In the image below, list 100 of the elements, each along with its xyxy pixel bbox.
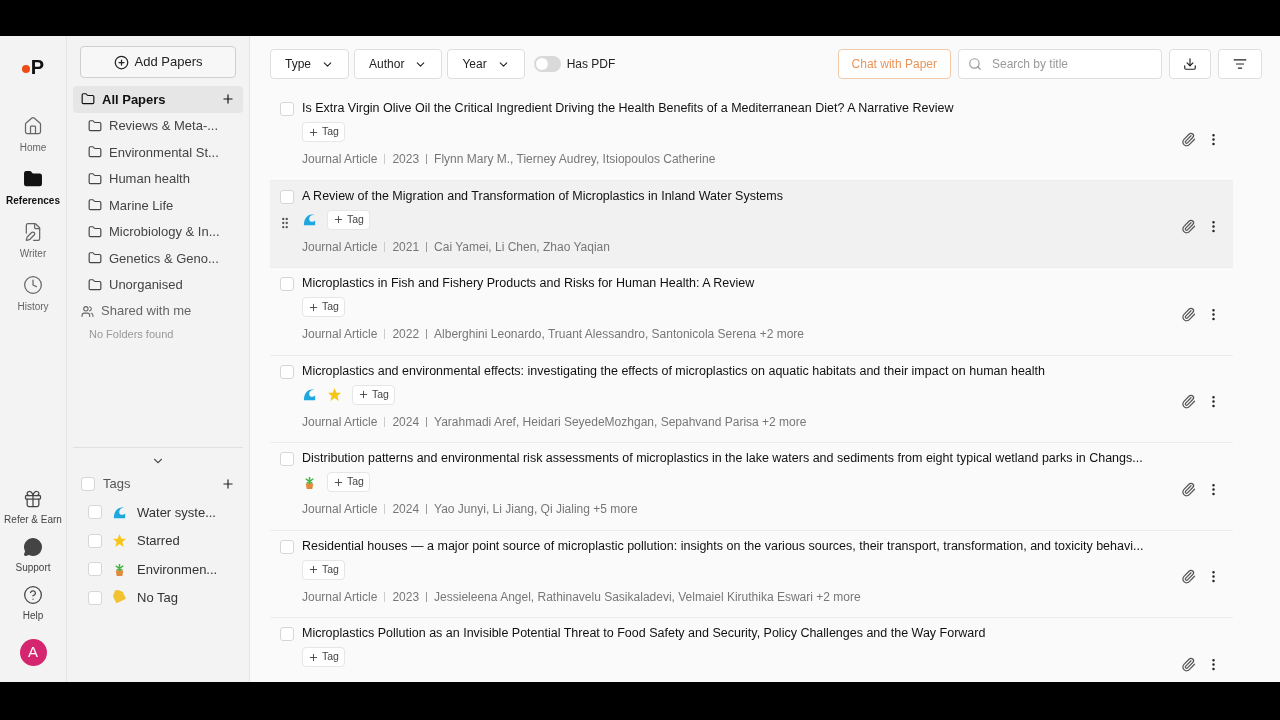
folder-item[interactable]: Microbiology & In... (73, 218, 243, 245)
plus-icon (308, 651, 319, 663)
paperclip-icon[interactable] (1181, 131, 1196, 147)
nav-item[interactable]: Home (2, 114, 64, 157)
checkbox[interactable] (88, 562, 102, 577)
folder-item[interactable]: All Papers (73, 86, 243, 113)
folder-item[interactable]: Environmental St... (73, 139, 243, 166)
tag-item[interactable]: Starred (73, 526, 243, 555)
paper-year: 2021 (392, 238, 420, 256)
add-tag-button[interactable]: Tag (352, 384, 395, 405)
paper-year: 2022 (392, 326, 420, 343)
add-papers-button[interactable]: Add Papers (80, 46, 236, 78)
star-icon (327, 387, 342, 402)
paper-year: 2024 (392, 501, 420, 518)
paper-row[interactable]: Microplastics in Fish and Fishery Products and Risks for Human Health: A Review Tag Journal Article 2022 Alberghini Leonardo, Truant Alessandro, Santonicola Serena +2 more (270, 268, 1233, 356)
folder-icon (81, 92, 95, 107)
plus-icon (333, 476, 344, 488)
menu-icon (1233, 57, 1247, 71)
checkbox[interactable] (280, 627, 294, 641)
nav-item[interactable]: Help (2, 585, 64, 623)
nav-item[interactable]: References (2, 167, 64, 210)
paper-title[interactable]: Microplastics and environmental effects: investigating the effects of microplastics on aquatic habitats and their impact on human health (302, 361, 1181, 379)
add-tag-button[interactable]: Tag (302, 559, 345, 580)
toggle-switch[interactable] (533, 56, 561, 72)
paper-title[interactable]: Microplastics in Fish and Fishery Products and Risks for Human Health: A Review (302, 274, 1181, 291)
folder-icon (88, 198, 102, 213)
paper-authors: Flynn Mary M., Tierney Audrey, Itsiopoulos Catherine (434, 151, 716, 168)
add-tag-button[interactable]: Tag (327, 472, 370, 492)
folder-item[interactable]: Unorganised (73, 271, 243, 298)
folder-icon (88, 171, 102, 186)
checkbox[interactable] (280, 277, 294, 291)
folder-item[interactable]: Human health (73, 165, 243, 192)
checkbox[interactable] (88, 505, 102, 520)
search-icon (968, 57, 982, 71)
shared-folder-item[interactable]: Shared with me (73, 298, 243, 324)
checkbox[interactable] (280, 189, 294, 204)
paper-row[interactable]: Is Extra Virgin Olive Oil the Critical Ingredient Driving the Health Benefits of a Mediterranean Diet? A Narrative Review Tag Journal Article 2023 Flynn Mary M., Tierney Audrey, Itsiopoulos Catherine (270, 93, 1233, 181)
paper-row[interactable]: Microplastics Pollution as an Invisible Potential Threat to Food Safety and Security, Policy Challenges and the Way Forward Tag (270, 618, 1233, 682)
plus-icon (333, 214, 344, 225)
search-field[interactable]: Search by title (958, 49, 1162, 79)
add-icon[interactable] (221, 477, 235, 491)
add-tag-button[interactable]: Tag (327, 209, 370, 230)
gift-icon (23, 489, 43, 509)
plus-icon (308, 126, 319, 138)
checkbox[interactable] (88, 590, 102, 605)
paper-title[interactable]: A Review of the Migration and Transformation of Microplastics in Inland Water Systems (302, 186, 1181, 204)
folder-icon (88, 277, 102, 292)
paper-authors: Cai Yamei, Li Chen, Zhao Yaqian (434, 238, 610, 256)
paper-title[interactable]: Microplastics Pollution as an Invisible Potential Threat to Food Safety and Security, Policy Challenges and the Way Forward (302, 624, 1181, 641)
folder-icon (88, 118, 102, 133)
paper-title[interactable]: Distribution patterns and environmental risk assessments of microplastics in the lake waters and sediments from eight typical wetland parks in Changs... (302, 449, 1181, 466)
paper-authors: Yao Junyi, Li Jiang, Qi Jialing +5 more (434, 501, 638, 518)
folder-item[interactable]: Marine Life (73, 192, 243, 219)
tag-item[interactable]: Water syste... (73, 498, 243, 527)
wave-icon (302, 212, 317, 227)
avatar[interactable]: A (19, 639, 47, 666)
folder-item[interactable]: Genetics & Geno... (73, 245, 243, 272)
checkbox[interactable] (88, 533, 102, 548)
checkbox[interactable] (81, 477, 95, 491)
wave-icon (302, 387, 317, 402)
paper-title[interactable]: Is Extra Virgin Olive Oil the Critical Ingredient Driving the Health Benefits of a Mediterranean Diet? A Narrative Review (302, 99, 1181, 116)
tag-item[interactable]: Environmen... (73, 555, 243, 584)
filter-dropdown[interactable]: Year (447, 49, 525, 79)
filter-dropdown[interactable]: Author (354, 49, 443, 79)
paper-type: Journal Article (302, 501, 378, 518)
tag-item[interactable]: No Tag (73, 583, 243, 612)
paper-row[interactable]: A Review of the Migration and Transformation of Microplastics in Inland Water Systems Tag Journal Article 2021 Cai Yamei, Li Chen, Zhao Yaqian (270, 180, 1233, 268)
paper-type: Journal Article (302, 238, 378, 256)
nav-item[interactable]: Refer & Earn (2, 489, 64, 527)
sort-button[interactable] (1218, 49, 1262, 79)
filter-dropdown[interactable]: Type (270, 49, 349, 79)
download-button[interactable] (1169, 49, 1211, 79)
paperclip-icon[interactable] (1181, 219, 1196, 235)
checkbox[interactable] (280, 452, 294, 466)
add-icon[interactable] (221, 92, 235, 107)
folder-icon (88, 145, 102, 160)
paperclip-icon[interactable] (1181, 656, 1196, 672)
folder-icon (88, 251, 102, 266)
paper-title[interactable]: Residential houses — a major point source of microplastic pollution: insights on the various sources, their transport, transformation, and toxicity behavi... (302, 536, 1181, 554)
plus-icon (308, 564, 319, 575)
nav-item[interactable]: History (2, 273, 64, 316)
checkbox[interactable] (280, 102, 294, 116)
folder-icon (23, 169, 43, 189)
folder-item[interactable]: Reviews & Meta-... (73, 112, 243, 139)
checkbox[interactable] (280, 364, 294, 379)
empty-note: No Folders found (88, 327, 175, 342)
paperclip-icon[interactable] (1181, 569, 1196, 585)
add-tag-button[interactable]: Tag (302, 647, 345, 667)
nav-item[interactable]: Writer (2, 220, 64, 263)
paper-authors: Alberghini Leonardo, Truant Alessandro, Santonicola Serena +2 more (434, 326, 804, 343)
add-tag-button[interactable]: Tag (302, 122, 345, 142)
plus-icon (308, 301, 319, 313)
paperclip-icon[interactable] (1181, 481, 1196, 497)
paperclip-icon[interactable] (1181, 394, 1196, 410)
nav-item[interactable]: Support (2, 537, 64, 575)
paper-type: Journal Article (302, 588, 378, 606)
checkbox[interactable] (280, 539, 294, 554)
add-tag-button[interactable]: Tag (302, 297, 345, 317)
paper-authors: Yarahmadi Aref, Heidari SeyedeMozhgan, Sepahvand Parisa +2 more (434, 413, 807, 431)
paperclip-icon[interactable] (1181, 306, 1196, 322)
